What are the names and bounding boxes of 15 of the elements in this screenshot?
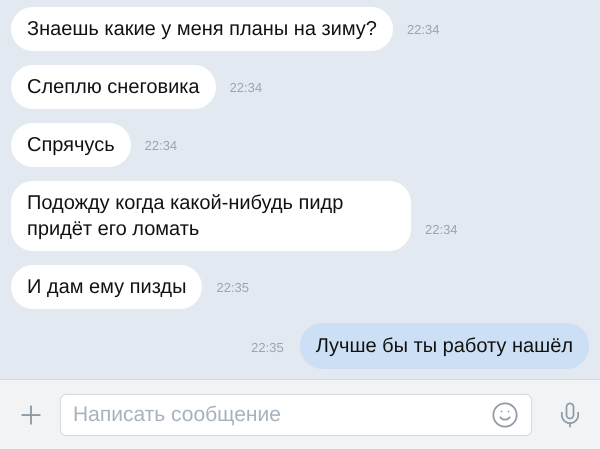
- message-time: 22:34: [406, 20, 440, 38]
- message-time: 22:34: [144, 136, 178, 154]
- message-bubble: И дам ему пизды: [11, 265, 202, 309]
- message-time: 22:34: [230, 78, 262, 96]
- message-time: 22:35: [216, 278, 250, 296]
- message-bubble: Знаешь какие у меня планы на зиму?: [11, 7, 393, 51]
- message-input[interactable]: Написать сообщение: [73, 398, 491, 430]
- message-bubble: Лучше бы ты работу нашёл: [300, 323, 589, 369]
- message-time: 22:35: [251, 338, 284, 356]
- message-field[interactable]: Написать сообщение: [60, 394, 532, 436]
- message-bubble: Спрячусь: [11, 123, 131, 167]
- message-bubble: Слеплю снеговика: [11, 65, 216, 109]
- message-bubble: Подожду когда какой-нибудь пидр придёт его ломать: [11, 181, 411, 251]
- message-time: 22:34: [425, 220, 458, 238]
- emoji-icon[interactable]: [491, 400, 519, 428]
